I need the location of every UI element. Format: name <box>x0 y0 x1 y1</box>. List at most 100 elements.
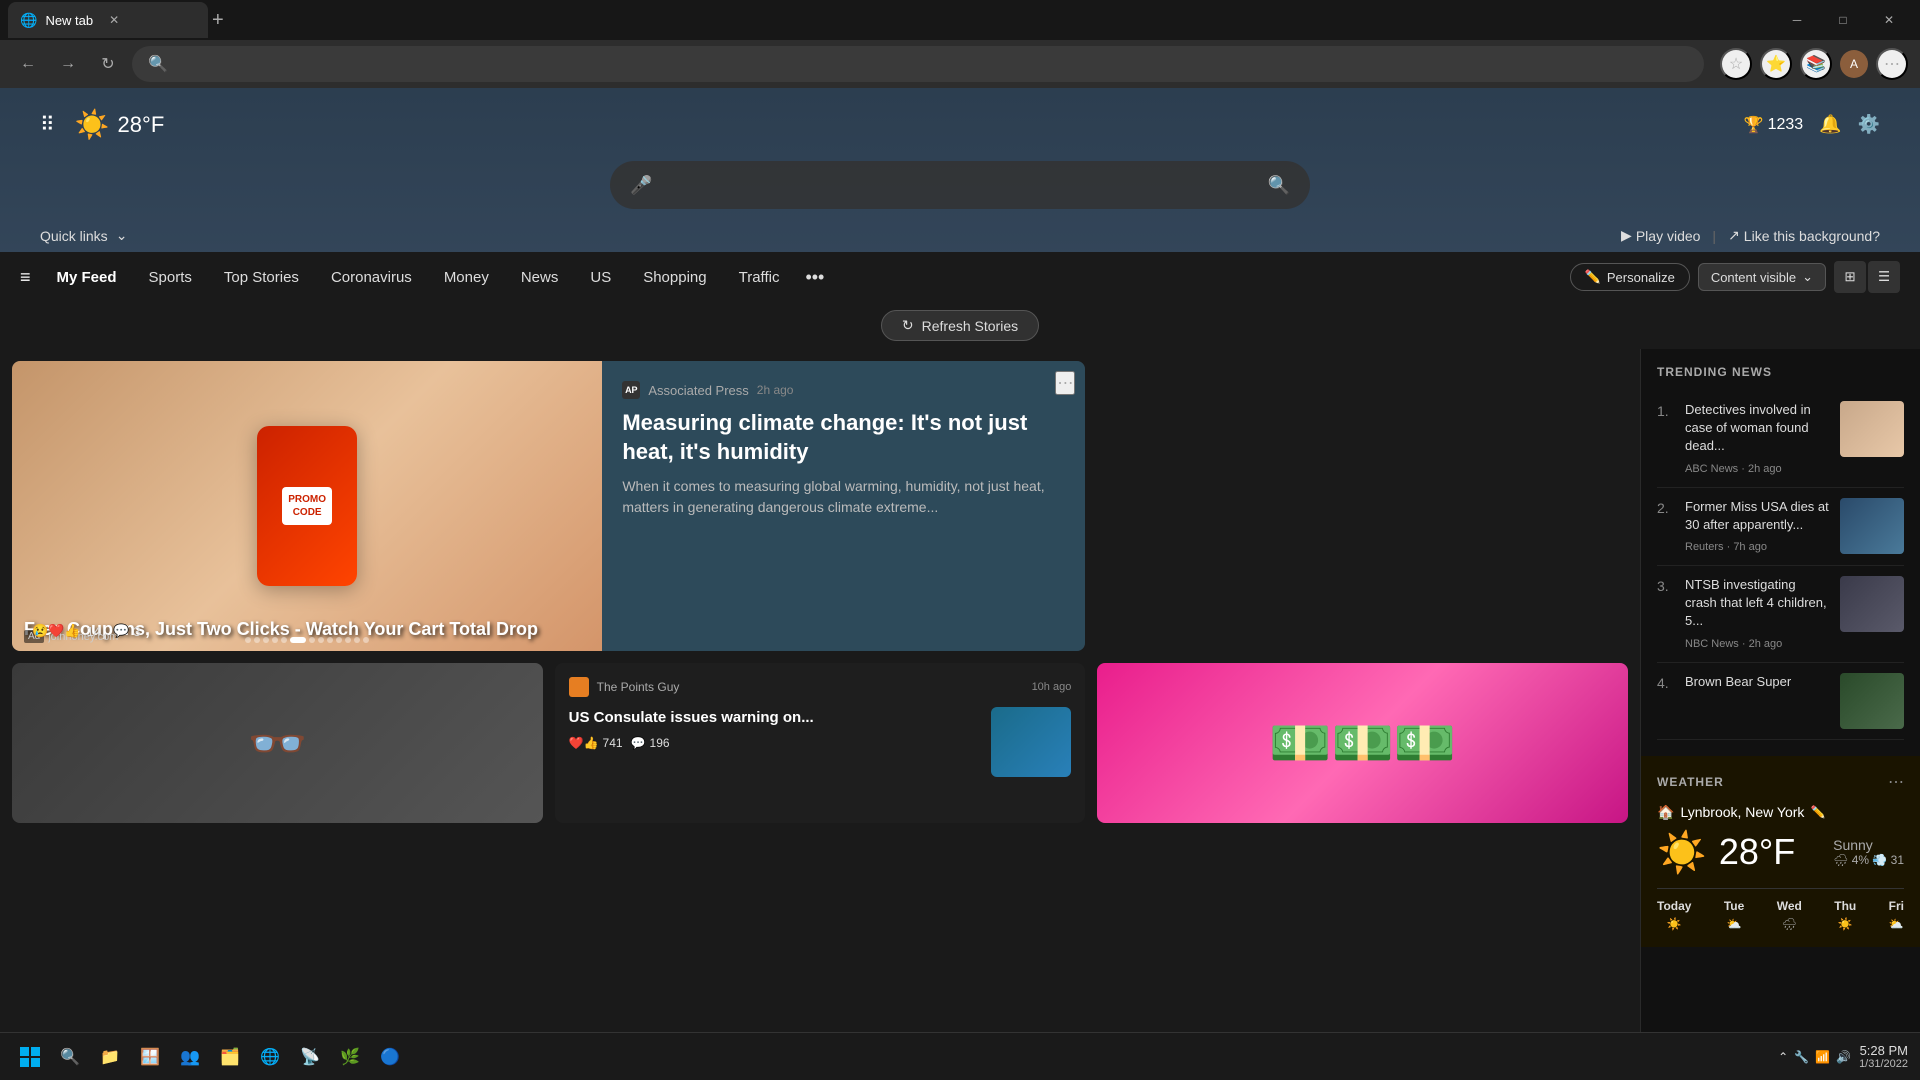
maximize-button[interactable]: □ <box>1820 0 1866 40</box>
app-icon-4[interactable]: 🌿 <box>332 1039 368 1075</box>
file-explorer-button[interactable]: 📁 <box>92 1039 128 1075</box>
notifications-icon[interactable]: 🔔 <box>1819 114 1841 135</box>
ap-logo: AP <box>622 381 640 399</box>
nav-item-my-feed[interactable]: My Feed <box>43 263 131 292</box>
file-manager-button[interactable]: 🗂️ <box>212 1039 248 1075</box>
reaction-emoji: 😢❤️👍 <box>32 623 81 639</box>
nav-item-shopping[interactable]: Shopping <box>629 263 720 292</box>
nav-item-top-stories[interactable]: Top Stories <box>210 263 313 292</box>
featured-ad-card[interactable]: PROMOCODE Free Coupons, Just Two Clicks … <box>12 361 1085 651</box>
climate-article-title: Measuring climate change: It's not just … <box>622 409 1065 466</box>
content-visible-dropdown[interactable]: Content visible ⌄ <box>1698 263 1826 291</box>
hamburger-menu[interactable]: ≡ <box>20 267 31 288</box>
nav-item-coronavirus[interactable]: Coronavirus <box>317 263 426 292</box>
points-header: The Points Guy 10h ago <box>569 677 1072 697</box>
volume-icon[interactable]: 🔊 <box>1836 1050 1851 1064</box>
quick-links-label[interactable]: Quick links <box>40 228 108 244</box>
trending-num-4: 4. <box>1657 673 1675 691</box>
back-button[interactable]: ← <box>12 48 44 80</box>
search-taskbar-button[interactable]: 🔍 <box>52 1039 88 1075</box>
trending-thumb-3 <box>1840 576 1904 632</box>
teams-button[interactable]: 👥 <box>172 1039 208 1075</box>
main-search-input[interactable]: va <box>664 176 1255 194</box>
weather-widget: WEATHER ⋯ 🏠 Lynbrook, New York ✏️ ☀️ 28°… <box>1641 756 1920 947</box>
feed-area: PROMOCODE Free Coupons, Just Two Clicks … <box>0 349 1640 1080</box>
weather-widget-title: WEATHER <box>1657 775 1724 789</box>
article-source: AP Associated Press 2h ago <box>622 381 1065 399</box>
close-button[interactable]: ✕ <box>1866 0 1912 40</box>
profile-avatar[interactable]: A <box>1840 50 1868 78</box>
quick-links-chevron[interactable]: ⌄ <box>116 227 128 244</box>
favorites-menu-icon[interactable]: ⭐ <box>1760 48 1792 80</box>
edge-button[interactable]: 🔵 <box>372 1039 408 1075</box>
nav-item-us[interactable]: US <box>576 263 625 292</box>
trending-item-3[interactable]: 3. NTSB investigating crash that left 4 … <box>1657 566 1904 663</box>
article-footer: 😢❤️👍 14 💬 3 <box>32 623 140 639</box>
reactions[interactable]: 😢❤️👍 14 <box>32 623 101 639</box>
start-button[interactable] <box>12 1039 48 1075</box>
points-article-card[interactable]: The Points Guy 10h ago US Consulate issu… <box>555 663 1086 823</box>
settings-icon[interactable]: ⚙️ <box>1858 114 1880 135</box>
nav-right: ✏️ Personalize Content visible ⌄ ⊞ ☰ <box>1570 261 1900 293</box>
edit-location-icon[interactable]: ✏️ <box>1810 805 1825 819</box>
trending-item-2[interactable]: 2. Former Miss USA dies at 30 after appa… <box>1657 488 1904 566</box>
new-tab-page: ⠿ ☀️ 28°F 🏆 1233 🔔 ⚙️ 🎤 va 🔍 Quick links… <box>0 88 1920 1080</box>
nav-more-button[interactable]: ••• <box>797 263 832 292</box>
network-icon[interactable]: 📶 <box>1815 1050 1830 1064</box>
money-article-card[interactable]: 💵💵💵 <box>1097 663 1628 823</box>
active-tab[interactable]: 🌐 New tab ✕ <box>8 2 208 38</box>
comments[interactable]: 💬 3 <box>113 623 140 639</box>
tray-up-icon[interactable]: ⌃ <box>1778 1050 1788 1064</box>
points-comments[interactable]: 💬 196 <box>631 736 670 750</box>
browser-toolbar: ← → ↻ 🔍 va ☆ ⭐ 📚 A ⋯ <box>0 40 1920 88</box>
location-name: Lynbrook, New York <box>1680 804 1804 820</box>
like-background-button[interactable]: ↗ Like this background? <box>1728 227 1880 244</box>
points-time: 10h ago <box>1032 681 1072 693</box>
glasses-article-card[interactable]: 👓 <box>12 663 543 823</box>
chrome-button[interactable]: 🌐 <box>252 1039 288 1075</box>
trending-num-2: 2. <box>1657 498 1675 516</box>
trending-item-1[interactable]: 1. Detectives involved in case of woman … <box>1657 391 1904 488</box>
forward-button[interactable]: → <box>52 48 84 80</box>
points-logo <box>569 677 589 697</box>
quick-links-bar: Quick links ⌄ ▶ Play video | ↗ Like this… <box>0 219 1920 252</box>
trending-text-2: Former Miss USA dies at 30 after apparen… <box>1685 498 1830 555</box>
search-submit-icon[interactable]: 🔍 <box>1268 175 1290 196</box>
address-bar[interactable]: 🔍 va <box>132 46 1704 82</box>
trending-text-1: Detectives involved in case of woman fou… <box>1685 401 1830 477</box>
new-tab-button[interactable]: + <box>212 9 224 32</box>
favorites-icon[interactable]: ☆ <box>1720 48 1752 80</box>
refresh-stories-button[interactable]: ↻ Refresh Stories <box>881 310 1039 341</box>
tab-favicon: 🌐 <box>20 12 37 29</box>
trending-item-4[interactable]: 4. Brown Bear Super <box>1657 663 1904 740</box>
nav-item-money[interactable]: Money <box>430 263 503 292</box>
mic-icon[interactable]: 🎤 <box>630 175 652 196</box>
nav-item-traffic[interactable]: Traffic <box>725 263 794 292</box>
play-video-button[interactable]: ▶ Play video <box>1621 227 1700 244</box>
forecast-wed: Wed 🌧 <box>1777 899 1802 931</box>
more-button[interactable]: ⋯ <box>1876 48 1908 80</box>
article-more-button[interactable]: ⋯ <box>1055 371 1075 395</box>
grid-view-button[interactable]: ⊞ <box>1834 261 1866 293</box>
address-input[interactable]: va <box>176 56 1688 72</box>
forecast-tue: Tue ⛅ <box>1724 899 1744 931</box>
apps-grid-icon[interactable]: ⠿ <box>40 112 55 137</box>
weather-more-button[interactable]: ⋯ <box>1888 772 1904 792</box>
filezilla-button[interactable]: 📡 <box>292 1039 328 1075</box>
nav-item-sports[interactable]: Sports <box>135 263 206 292</box>
nav-item-news[interactable]: News <box>507 263 573 292</box>
forecast-thu: Thu ☀️ <box>1834 899 1856 931</box>
refresh-browser-button[interactable]: ↻ <box>92 48 124 80</box>
taskbar: 🔍 📁 🪟 👥 🗂️ 🌐 📡 🌿 🔵 ⌃ 🔧 📶 🔊 5:28 PM 1/31/… <box>0 1032 1920 1080</box>
source-name: Associated Press <box>648 383 748 398</box>
weather-temperature: 28°F <box>1719 831 1795 873</box>
widgets-button[interactable]: 🪟 <box>132 1039 168 1075</box>
personalize-button[interactable]: ✏️ Personalize <box>1570 263 1690 291</box>
minimize-button[interactable]: ─ <box>1774 0 1820 40</box>
rewards-score[interactable]: 🏆 1233 <box>1744 115 1804 135</box>
points-reactions[interactable]: ❤️👍 741 <box>569 736 623 750</box>
clock[interactable]: 5:28 PM 1/31/2022 <box>1859 1043 1908 1070</box>
list-view-button[interactable]: ☰ <box>1868 261 1900 293</box>
tab-close-button[interactable]: ✕ <box>109 13 119 27</box>
collections-icon[interactable]: 📚 <box>1800 48 1832 80</box>
